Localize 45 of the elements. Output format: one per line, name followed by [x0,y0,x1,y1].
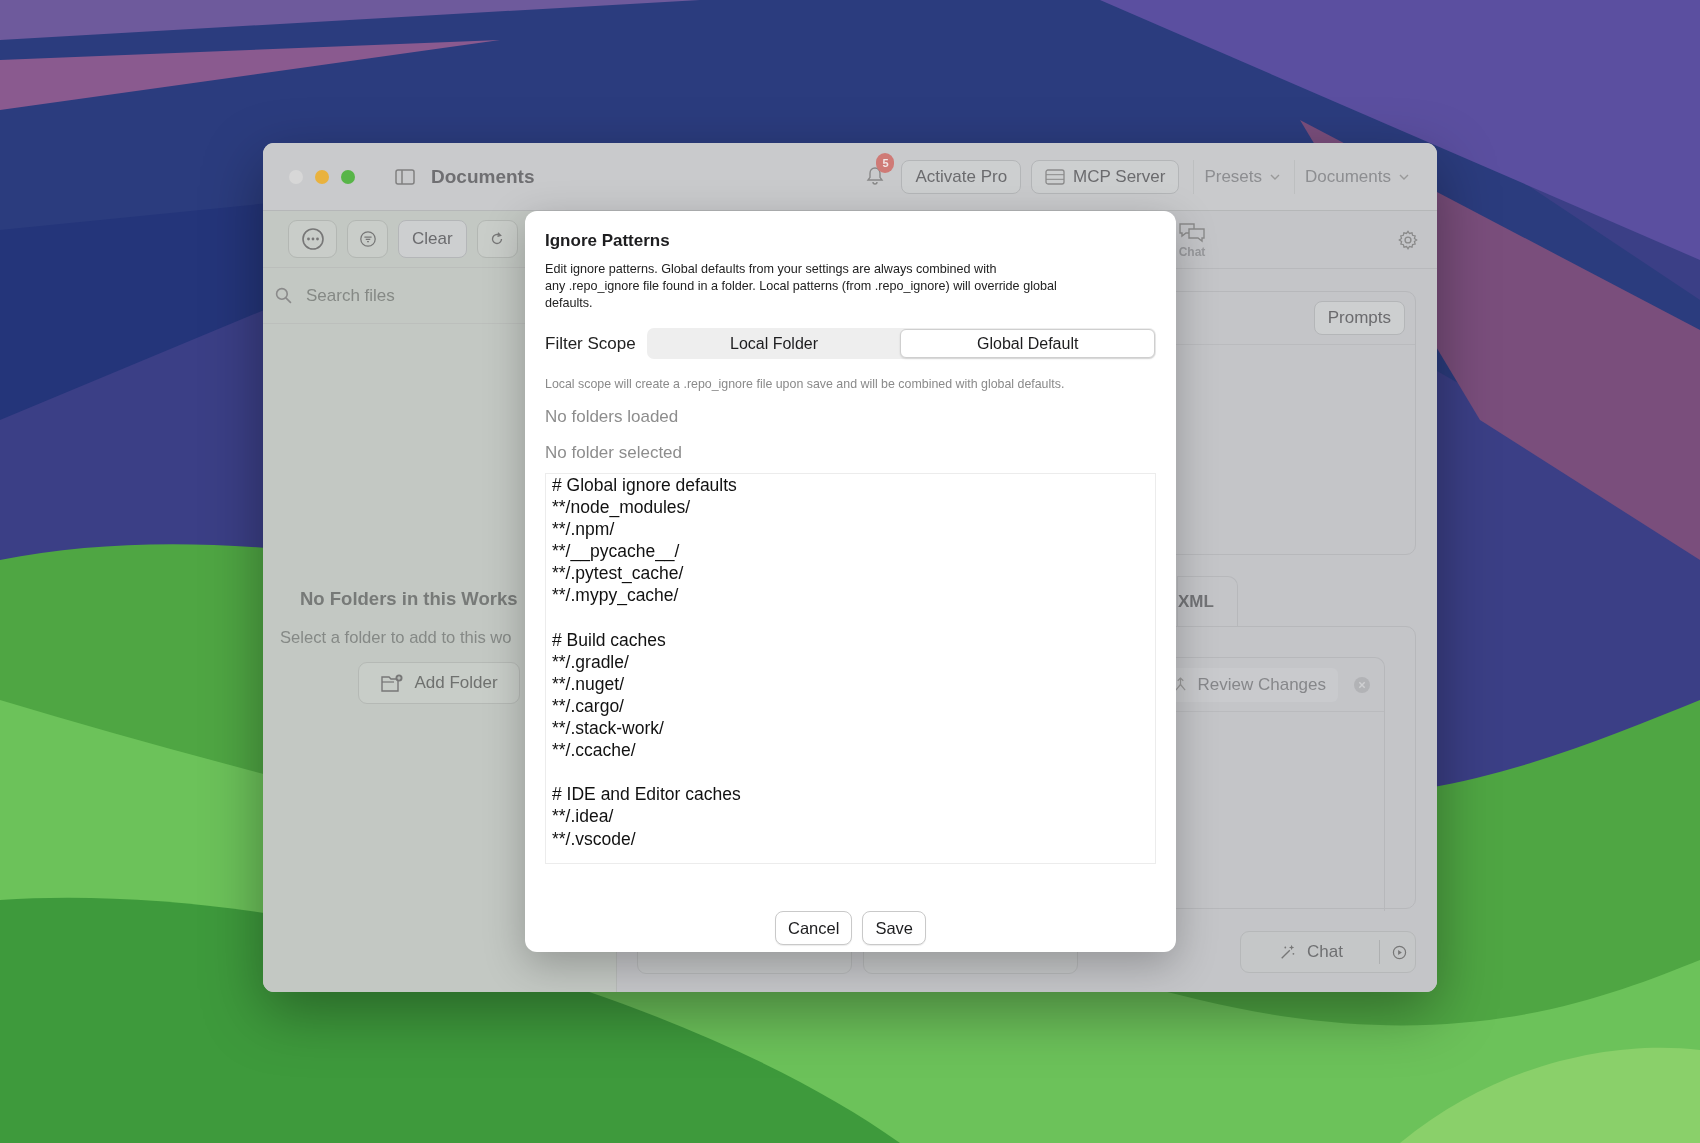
options-icon[interactable] [1391,944,1407,960]
add-folder-button[interactable]: Add Folder [358,662,520,704]
notification-badge: 5 [876,152,895,173]
scope-hint: Local scope will create a .repo_ignore file upon save and will be combined with global defaults. [545,377,1066,391]
chevron-icon [1270,173,1280,180]
chat-button[interactable]: Chat [1240,931,1416,973]
filter-scope-label: Filter Scope [545,333,636,354]
dropdown-menu[interactable]: Documents [1294,159,1419,194]
refresh-button[interactable] [476,220,518,258]
magic-wand-icon [1279,943,1297,961]
dialog-title: Ignore Patterns [545,231,671,251]
search-icon [275,287,292,304]
minimize-button[interactable] [315,169,329,184]
dropdown-menu[interactable]: Presets [1193,159,1290,194]
sidebar-toggle-icon[interactable] [395,168,415,185]
empty-state-title: No Folders in this Works [300,588,518,610]
scope-option[interactable]: Local Folder [647,329,901,358]
server-icon [1045,168,1066,185]
empty-state-text: Select a folder to add to this wo [280,628,512,648]
filter-button[interactable] [347,220,388,258]
prompts-button[interactable]: Prompts [1313,301,1405,335]
cancel-button[interactable]: Cancel [775,911,853,945]
folders-status: No folders loaded [545,407,680,427]
chevron-icon [1399,173,1409,180]
more-button[interactable] [288,220,337,258]
clear-icon[interactable] [1354,676,1370,693]
patterns-editor[interactable]: # Global ignore defaults **/node_modules/ **/.npm/ **/__pycache__/ **/.pytest_cache/ **/.mypy_cache/ # Build caches **/.gradle/ **/.nuget/ **/.cargo/ **/.stack-work/ **/.ccache/ # IDE and Editor caches **/.idea/ **/.vscode/ [545,473,1156,864]
settings-icon[interactable] [1397,228,1419,251]
merge-icon [1174,677,1188,692]
scope-option[interactable]: Global Default [900,329,1155,358]
folder-status: No folder selected [545,443,684,463]
bell-icon[interactable] [865,165,886,186]
dialog-description: Edit ignore patterns. Global defaults from your settings are always combined with any .repo_ignore file found in a folder. Local patterns (from .repo_ignore) will override global defaults. [545,261,1058,312]
mcp-server-button[interactable]: MCP Server [1031,159,1180,194]
window-title: Documents [431,165,535,188]
save-button[interactable]: Save [862,911,926,945]
xml-tab[interactable]: XML [1177,576,1238,626]
activate-pro-button[interactable]: Activate Pro [901,159,1022,194]
chat-bubbles-icon[interactable] [1177,220,1207,245]
zoom-button[interactable] [341,169,355,184]
folder-plus-icon [380,673,405,693]
clear-button[interactable]: Clear [398,220,467,258]
search-field[interactable]: Search files [304,284,508,307]
ellipsis-icon [300,227,325,251]
filter-icon [358,230,377,248]
